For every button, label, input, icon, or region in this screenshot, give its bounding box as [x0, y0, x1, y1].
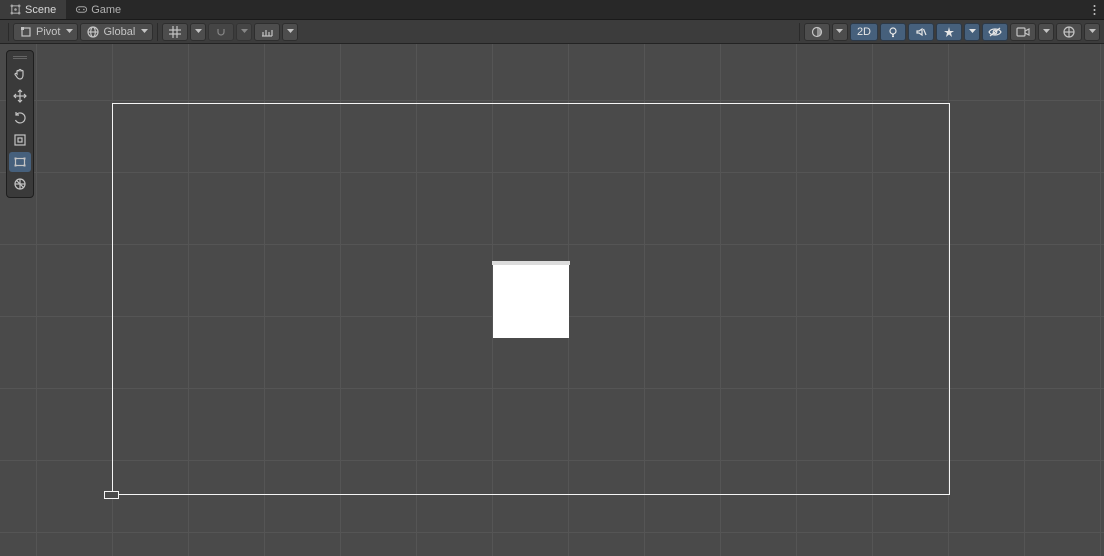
- anchor-marker[interactable]: [104, 491, 119, 499]
- pivot-icon: [20, 26, 32, 38]
- space-label: Global: [103, 26, 135, 38]
- camera-button[interactable]: [1010, 23, 1036, 41]
- rect-tool[interactable]: [9, 152, 31, 172]
- fx-button[interactable]: [936, 23, 962, 41]
- camera-icon: [1016, 27, 1030, 37]
- scene-visibility-button[interactable]: [982, 23, 1008, 41]
- globe-icon: [87, 26, 99, 38]
- grid-icon: [169, 26, 181, 38]
- chevron-down-icon: [287, 29, 294, 34]
- transform-tool[interactable]: [9, 174, 31, 194]
- shaded-icon: [811, 26, 823, 38]
- scene-icon: [10, 4, 21, 15]
- increment-snap-dropdown[interactable]: [282, 23, 298, 41]
- gizmos-button[interactable]: [1056, 23, 1082, 41]
- rotate-tool[interactable]: [9, 108, 31, 128]
- pivot-label: Pivot: [36, 26, 60, 38]
- fx-dropdown[interactable]: [964, 23, 980, 41]
- mode-2d-label: 2D: [857, 26, 871, 38]
- fx-icon: [943, 26, 955, 38]
- audio-icon: [915, 26, 927, 38]
- increment-snap-button[interactable]: [254, 23, 280, 41]
- selected-image[interactable]: [493, 262, 569, 338]
- move-tool[interactable]: [9, 86, 31, 106]
- tab-label: Scene: [25, 4, 56, 16]
- lighting-button[interactable]: [880, 23, 906, 41]
- chevron-down-icon: [1089, 29, 1096, 34]
- palette-grip[interactable]: [9, 54, 31, 60]
- hand-tool[interactable]: [9, 64, 31, 84]
- chevron-down-icon: [836, 29, 843, 34]
- scene-viewport[interactable]: [0, 44, 1104, 556]
- draw-mode-dropdown[interactable]: [832, 23, 848, 41]
- tab-game[interactable]: Game: [66, 0, 131, 19]
- draw-mode-button[interactable]: [804, 23, 830, 41]
- snap-icon: [215, 26, 227, 38]
- pivot-dropdown[interactable]: Pivot: [13, 23, 78, 41]
- increment-snap-icon: [261, 26, 273, 38]
- chevron-down-icon: [66, 29, 73, 34]
- tab-label: Game: [91, 4, 121, 16]
- gizmos-icon: [1063, 26, 1075, 38]
- audio-button[interactable]: [908, 23, 934, 41]
- chevron-down-icon: [1043, 29, 1050, 34]
- chevron-down-icon: [141, 29, 148, 34]
- chevron-down-icon: [195, 29, 202, 34]
- snap-dropdown[interactable]: [236, 23, 252, 41]
- tab-scene[interactable]: Scene: [0, 0, 66, 19]
- snap-button[interactable]: [208, 23, 234, 41]
- coordinate-space-dropdown[interactable]: Global: [80, 23, 153, 41]
- scale-tool[interactable]: [9, 130, 31, 150]
- lightbulb-icon: [887, 26, 899, 38]
- game-icon: [76, 4, 87, 15]
- tool-palette[interactable]: [6, 50, 34, 198]
- eye-off-icon: [988, 26, 1002, 38]
- tab-menu-button[interactable]: [1084, 0, 1104, 19]
- grid-dropdown[interactable]: [190, 23, 206, 41]
- chevron-down-icon: [969, 29, 976, 34]
- gizmos-dropdown[interactable]: [1084, 23, 1100, 41]
- camera-dropdown[interactable]: [1038, 23, 1054, 41]
- mode-2d-button[interactable]: 2D: [850, 23, 878, 41]
- grid-visibility-button[interactable]: [162, 23, 188, 41]
- chevron-down-icon: [241, 29, 248, 34]
